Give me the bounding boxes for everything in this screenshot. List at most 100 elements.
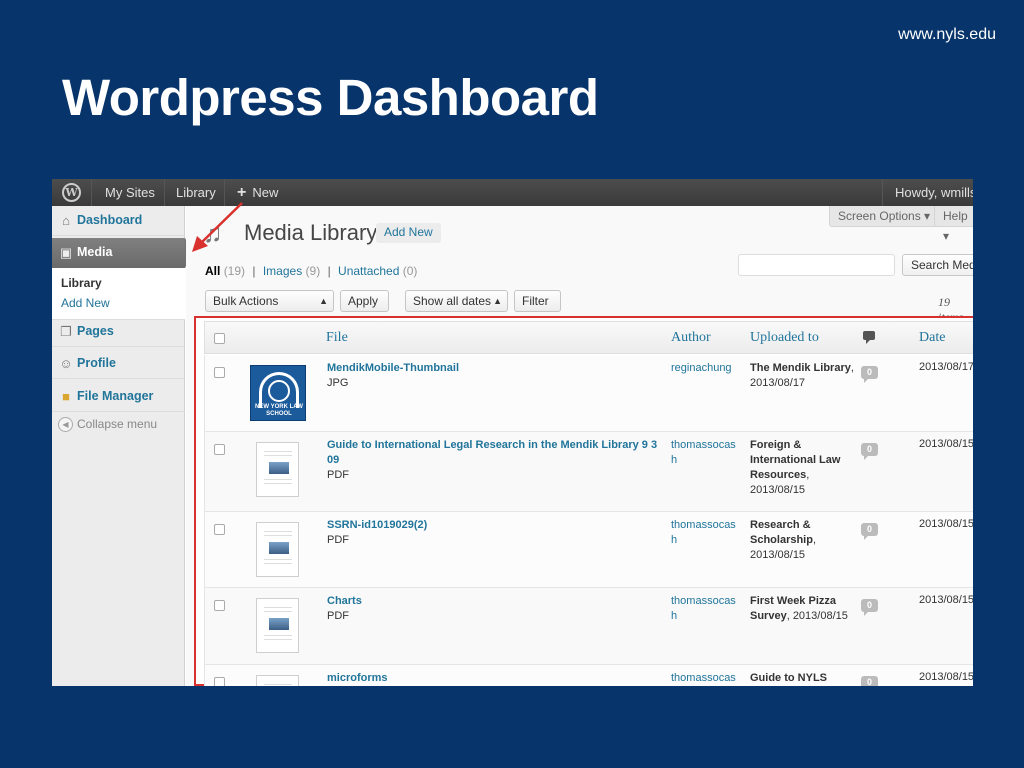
uploaded-to: First Week Pizza Survey, 2013/08/15 (750, 594, 858, 624)
file-type: JPG (327, 377, 349, 389)
comment-count-bubble[interactable]: 0 (861, 443, 878, 460)
pdf-thumbnail-icon[interactable] (256, 598, 299, 653)
sidebar-item-media[interactable]: ▣ Media (52, 238, 185, 268)
pdf-thumbnail-icon[interactable] (256, 442, 299, 497)
uploaded-to-link[interactable]: The Mendik Library (750, 362, 851, 374)
uploaded-to-date: , 2013/08/15 (786, 610, 848, 622)
filter-all[interactable]: All (205, 264, 220, 278)
pdf-line (264, 483, 292, 484)
filter-unattached[interactable]: Unattached (338, 264, 399, 278)
add-new-button[interactable]: Add New (376, 223, 441, 243)
media-submenu: Library Add New (52, 268, 185, 320)
column-author[interactable]: Author (671, 330, 711, 346)
home-icon: ⌂ (62, 213, 70, 228)
column-uploaded-to[interactable]: Uploaded to (750, 330, 819, 346)
comment-count-bubble[interactable]: 0 (861, 599, 878, 616)
row-checkbox[interactable] (214, 367, 225, 378)
file-title-link[interactable]: microforms (327, 671, 662, 686)
file-title-link[interactable]: Charts (327, 594, 662, 609)
account-menu[interactable]: Howdy, wmills (882, 179, 973, 206)
file-title-link[interactable]: Guide to International Legal Research in… (327, 438, 662, 468)
file-type: PDF (327, 534, 349, 546)
collapse-menu-button[interactable]: ◀ Collapse menu (58, 417, 158, 433)
apply-button[interactable]: Apply (340, 290, 389, 312)
uploaded-to: The Mendik Library, 2013/08/17 (750, 361, 858, 391)
comment-count-bubble[interactable]: 0 (861, 366, 878, 383)
collapse-label: Collapse menu (77, 417, 158, 431)
comment-count-bubble[interactable]: 0 (861, 523, 878, 540)
filter-images-count: (9) (305, 264, 321, 278)
author-link[interactable]: thomassocash (671, 438, 741, 468)
comments-column-icon (863, 331, 875, 344)
admin-bar: W My Sites Library + New Howdy, wmills (52, 179, 973, 206)
my-sites-menu[interactable]: My Sites (92, 179, 165, 206)
search-media-button[interactable]: Search Media (902, 254, 973, 276)
author-link[interactable]: thomassocash (671, 671, 741, 686)
nyls-logo-thumbnail[interactable]: NEW YORK LAW SCHOOL (250, 365, 306, 421)
uploaded-to-link[interactable]: Guide to NYLS Microforms (750, 672, 827, 686)
sidebar-item-file-manager[interactable]: ■ File Manager (52, 382, 185, 412)
pages-icon: ❐ (60, 324, 72, 339)
table-header: File Author Uploaded to Date (204, 321, 973, 354)
media-table-highlight: File Author Uploaded to Date NEW YORK LA… (194, 316, 973, 686)
filter-button[interactable]: Filter (514, 290, 561, 312)
author-link[interactable]: thomassocash (671, 518, 741, 548)
submenu-item-add-new[interactable]: Add New (61, 296, 110, 310)
help-tab[interactable]: Help ▾ (934, 206, 973, 243)
pdf-line (264, 455, 292, 456)
row-checkbox[interactable] (214, 677, 225, 686)
column-date[interactable]: Date (919, 330, 945, 346)
pdf-thumbnail-icon[interactable] (256, 522, 299, 577)
uploaded-to-link[interactable]: Foreign & International Law Resources (750, 439, 840, 481)
row-checkbox[interactable] (214, 524, 225, 535)
select-all-checkbox[interactable] (214, 333, 225, 344)
wp-logo-menu[interactable]: W (52, 179, 92, 206)
pdf-line (264, 559, 292, 560)
sidebar-item-dashboard[interactable]: ⌂ Dashboard (52, 206, 185, 236)
sidebar-item-profile[interactable]: ☺ Profile (52, 349, 185, 379)
sidebar-item-label: File Manager (77, 389, 154, 403)
author-link[interactable]: thomassocash (671, 594, 741, 624)
row-date: 2013/08/15 (919, 671, 973, 683)
row-checkbox[interactable] (214, 600, 225, 611)
screen-options-tab[interactable]: Screen Options ▾ (829, 206, 940, 227)
sidebar-item-pages[interactable]: ❐ Pages (52, 317, 185, 347)
submenu-item-library[interactable]: Library (61, 276, 102, 290)
uploaded-to-link[interactable]: Research & Scholarship (750, 519, 813, 546)
uploaded-to: Foreign & International Law Resources, 2… (750, 438, 858, 498)
table-row: NEW YORK LAW SCHOOL MendikMobile-Thumbna… (204, 355, 973, 432)
new-content-menu[interactable]: + New (225, 179, 278, 206)
bulk-actions-label: Bulk Actions (213, 294, 279, 308)
file-type: PDF (327, 610, 349, 622)
file-title-link[interactable]: SSRN-id1019029(2) (327, 518, 662, 533)
pdf-line (264, 635, 292, 636)
pdf-picture (269, 462, 289, 474)
pdf-picture (269, 618, 289, 630)
row-checkbox[interactable] (214, 444, 225, 455)
collapse-arrow-icon: ◀ (58, 417, 73, 433)
bulk-actions-select[interactable]: Bulk Actions ▲ (205, 290, 334, 312)
comment-count-bubble[interactable]: 0 (861, 676, 878, 686)
pdf-line (264, 531, 292, 532)
search-input[interactable] (738, 254, 895, 276)
date-filter-select[interactable]: Show all dates ▲ (405, 290, 508, 312)
row-date: 2013/08/17 (919, 361, 973, 373)
filter-separator: | (327, 264, 331, 278)
sidebar-item-label: Pages (77, 324, 114, 338)
users-icon: ☺ (59, 356, 73, 371)
author-link[interactable]: reginachung (671, 361, 741, 376)
pdf-line (264, 607, 292, 608)
row-date: 2013/08/15 (919, 594, 973, 606)
row-date: 2013/08/15 (919, 438, 973, 450)
library-menu[interactable]: Library (165, 179, 225, 206)
row-date: 2013/08/15 (919, 518, 973, 530)
select-arrows-icon: ▲ (493, 296, 502, 306)
filter-unattached-count: (0) (402, 264, 418, 278)
page-title: Media Library (244, 220, 378, 245)
filter-images[interactable]: Images (263, 264, 302, 278)
pdf-thumbnail-icon[interactable] (256, 675, 299, 686)
column-file[interactable]: File (326, 330, 348, 346)
file-title-link[interactable]: MendikMobile-Thumbnail (327, 361, 662, 376)
pdf-line (264, 611, 292, 612)
date-filter-label: Show all dates (413, 294, 492, 308)
